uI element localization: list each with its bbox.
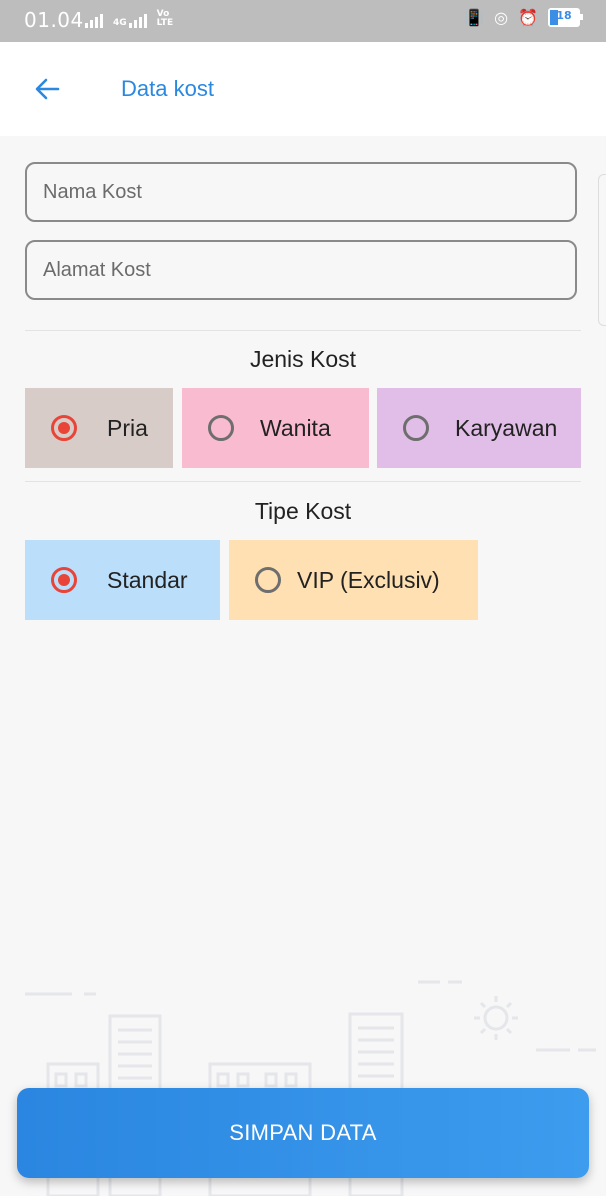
- vibrate-icon: 📳: [464, 8, 485, 27]
- radio-option-wanita[interactable]: Wanita: [182, 388, 369, 468]
- alamat-kost-input[interactable]: [25, 240, 577, 300]
- scroll-indicator: [598, 174, 606, 326]
- option-label: Karyawan: [455, 414, 558, 441]
- radio-option-standar[interactable]: Standar: [25, 540, 220, 620]
- option-label: Standar: [107, 566, 188, 593]
- arrow-left-icon[interactable]: [34, 76, 60, 102]
- status-time: 01.04: [24, 8, 84, 32]
- radio-button-selected[interactable]: [51, 415, 77, 441]
- divider: [25, 481, 581, 482]
- status-left-icons: 4G Vo LTE: [85, 10, 183, 28]
- page-title: Data kost: [121, 76, 214, 101]
- radio-option-vip[interactable]: VIP (Exclusiv): [229, 540, 478, 620]
- radio-option-pria[interactable]: Pria: [25, 388, 173, 468]
- radio-button[interactable]: [403, 415, 429, 441]
- save-button[interactable]: SIMPAN DATA: [17, 1088, 589, 1178]
- status-bar: 01.04 4G Vo LTE 📳 ◎ ⏰ 18: [0, 0, 606, 42]
- jenis-kost-title: Jenis Kost: [249, 346, 357, 372]
- radio-button-selected[interactable]: [51, 567, 77, 593]
- signal-4g-icon: 4G: [111, 10, 147, 28]
- status-right-icons: 📳 ◎ ⏰ 18: [464, 8, 583, 27]
- signal-icon: [85, 10, 103, 28]
- radio-button[interactable]: [208, 415, 234, 441]
- alarm-icon: ⏰: [518, 8, 538, 27]
- option-label: Pria: [107, 414, 148, 441]
- tipe-kost-title: Tipe Kost: [254, 498, 352, 524]
- nama-kost-input[interactable]: [25, 162, 577, 222]
- divider: [25, 330, 581, 331]
- data-saver-icon: ◎: [494, 8, 509, 27]
- volte-icon: Vo LTE: [156, 9, 174, 28]
- radio-button[interactable]: [255, 567, 281, 593]
- battery-level: 18: [556, 9, 572, 22]
- option-label: Wanita: [260, 414, 331, 441]
- option-label: VIP (Exclusiv): [297, 566, 440, 593]
- app-bar: Data kost: [0, 42, 606, 136]
- battery-icon: 18: [548, 8, 583, 27]
- radio-option-karyawan[interactable]: Karyawan: [377, 388, 581, 468]
